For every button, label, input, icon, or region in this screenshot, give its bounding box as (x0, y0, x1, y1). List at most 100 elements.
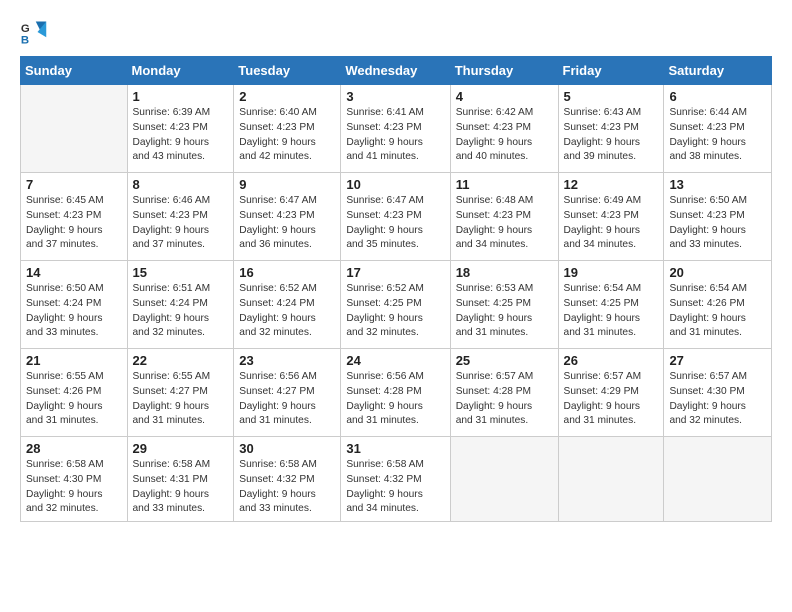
day-number: 7 (26, 177, 122, 192)
day-info: Sunrise: 6:54 AMSunset: 4:25 PMDaylight:… (564, 282, 659, 341)
calendar-cell: 17Sunrise: 6:52 AMSunset: 4:25 PMDayligh… (341, 261, 450, 349)
weekday-header-friday: Friday (558, 57, 664, 85)
day-number: 20 (669, 265, 766, 280)
day-number: 12 (564, 177, 659, 192)
calendar-cell: 15 Sunrise: 6:51 AMSunset: 4:24 PMDayligh… (127, 261, 234, 349)
day-info: Sunrise: 6:50 AMSunset: 4:23 PMDaylight:… (669, 194, 766, 253)
day-info: Sunrise: 6:57 AMSunset: 4:29 PMDaylight:… (564, 370, 659, 429)
calendar-cell (558, 437, 664, 522)
weekday-header-row: SundayMondayTuesdayWednesdayThursdayFrid… (21, 57, 772, 85)
calendar-cell: 12 Sunrise: 6:49 AMSunset: 4:23 PMDayligh… (558, 173, 664, 261)
day-number: 2 (239, 89, 335, 104)
day-number: 10 (346, 177, 444, 192)
calendar-cell: 23 Sunrise: 6:56 AMSunset: 4:27 PMDayligh… (234, 349, 341, 437)
calendar-cell: 14 Sunrise: 6:50 AMSunset: 4:24 PMDayligh… (21, 261, 128, 349)
day-info: Sunrise: 6:39 AMSunset: 4:23 PMDaylight:… (133, 106, 229, 165)
calendar-cell: 2 Sunrise: 6:40 AMSunset: 4:23 PMDaylight… (234, 85, 341, 173)
day-info: Sunrise: 6:40 AMSunset: 4:23 PMDaylight:… (239, 106, 335, 165)
header: G B (20, 18, 772, 46)
day-info: Sunrise: 6:54 AMSunset: 4:26 PMDaylight:… (669, 282, 766, 341)
week-row-2: 7 Sunrise: 6:45 AMSunset: 4:23 PMDaylight… (21, 173, 772, 261)
day-number: 13 (669, 177, 766, 192)
day-number: 15 (133, 265, 229, 280)
calendar-cell: 29 Sunrise: 6:58 AMSunset: 4:31 PMDayligh… (127, 437, 234, 522)
calendar-cell: 19 Sunrise: 6:54 AMSunset: 4:25 PMDayligh… (558, 261, 664, 349)
day-number: 28 (26, 441, 122, 456)
day-info: Sunrise: 6:58 AMSunset: 4:32 PMDaylight:… (346, 458, 444, 517)
day-number: 4 (456, 89, 553, 104)
logo: G B (20, 18, 50, 46)
weekday-header-sunday: Sunday (21, 57, 128, 85)
calendar-cell: 11 Sunrise: 6:48 AMSunset: 4:23 PMDayligh… (450, 173, 558, 261)
day-number: 25 (456, 353, 553, 368)
weekday-header-tuesday: Tuesday (234, 57, 341, 85)
day-number: 22 (133, 353, 229, 368)
day-info: Sunrise: 6:44 AMSunset: 4:23 PMDaylight:… (669, 106, 766, 165)
day-info: Sunrise: 6:58 AMSunset: 4:32 PMDaylight:… (239, 458, 335, 517)
weekday-header-wednesday: Wednesday (341, 57, 450, 85)
day-info: Sunrise: 6:58 AMSunset: 4:30 PMDaylight:… (26, 458, 122, 517)
calendar-cell (450, 437, 558, 522)
day-number: 30 (239, 441, 335, 456)
week-row-1: 1Sunrise: 6:39 AMSunset: 4:23 PMDaylight… (21, 85, 772, 173)
day-info: Sunrise: 6:52 AMSunset: 4:25 PMDaylight:… (346, 282, 444, 341)
weekday-header-thursday: Thursday (450, 57, 558, 85)
weekday-header-monday: Monday (127, 57, 234, 85)
week-row-3: 14 Sunrise: 6:50 AMSunset: 4:24 PMDayligh… (21, 261, 772, 349)
day-number: 31 (346, 441, 444, 456)
day-info: Sunrise: 6:56 AMSunset: 4:27 PMDaylight:… (239, 370, 335, 429)
day-number: 8 (133, 177, 229, 192)
calendar-cell: 26 Sunrise: 6:57 AMSunset: 4:29 PMDayligh… (558, 349, 664, 437)
day-number: 11 (456, 177, 553, 192)
day-info: Sunrise: 6:56 AMSunset: 4:28 PMDaylight:… (346, 370, 444, 429)
calendar-table: SundayMondayTuesdayWednesdayThursdayFrid… (20, 56, 772, 522)
calendar-cell: 22 Sunrise: 6:55 AMSunset: 4:27 PMDayligh… (127, 349, 234, 437)
calendar-cell: 20 Sunrise: 6:54 AMSunset: 4:26 PMDayligh… (664, 261, 772, 349)
day-number: 9 (239, 177, 335, 192)
day-info: Sunrise: 6:45 AMSunset: 4:23 PMDaylight:… (26, 194, 122, 253)
day-number: 16 (239, 265, 335, 280)
calendar-cell: 25Sunrise: 6:57 AMSunset: 4:28 PMDayligh… (450, 349, 558, 437)
calendar-cell: 18 Sunrise: 6:53 AMSunset: 4:25 PMDayligh… (450, 261, 558, 349)
day-number: 24 (346, 353, 444, 368)
day-number: 18 (456, 265, 553, 280)
calendar-cell: 5 Sunrise: 6:43 AMSunset: 4:23 PMDaylight… (558, 85, 664, 173)
calendar-cell (21, 85, 128, 173)
day-number: 19 (564, 265, 659, 280)
page: G B SundayMondayTuesdayWednesdayThursday… (0, 0, 792, 612)
day-info: Sunrise: 6:48 AMSunset: 4:23 PMDaylight:… (456, 194, 553, 253)
day-number: 3 (346, 89, 444, 104)
svg-text:B: B (21, 34, 29, 46)
day-number: 14 (26, 265, 122, 280)
calendar-cell: 9Sunrise: 6:47 AMSunset: 4:23 PMDaylight… (234, 173, 341, 261)
day-info: Sunrise: 6:46 AMSunset: 4:23 PMDaylight:… (133, 194, 229, 253)
day-info: Sunrise: 6:43 AMSunset: 4:23 PMDaylight:… (564, 106, 659, 165)
calendar-cell: 24 Sunrise: 6:56 AMSunset: 4:28 PMDayligh… (341, 349, 450, 437)
day-number: 21 (26, 353, 122, 368)
day-info: Sunrise: 6:50 AMSunset: 4:24 PMDaylight:… (26, 282, 122, 341)
calendar-cell: 21Sunrise: 6:55 AMSunset: 4:26 PMDayligh… (21, 349, 128, 437)
day-number: 29 (133, 441, 229, 456)
day-info: Sunrise: 6:51 AMSunset: 4:24 PMDaylight:… (133, 282, 229, 341)
calendar-cell: 28 Sunrise: 6:58 AMSunset: 4:30 PMDayligh… (21, 437, 128, 522)
day-info: Sunrise: 6:47 AMSunset: 4:23 PMDaylight:… (346, 194, 444, 253)
day-number: 23 (239, 353, 335, 368)
day-info: Sunrise: 6:55 AMSunset: 4:27 PMDaylight:… (133, 370, 229, 429)
calendar-cell: 16Sunrise: 6:52 AMSunset: 4:24 PMDayligh… (234, 261, 341, 349)
calendar-cell: 27 Sunrise: 6:57 AMSunset: 4:30 PMDayligh… (664, 349, 772, 437)
calendar-cell: 7 Sunrise: 6:45 AMSunset: 4:23 PMDaylight… (21, 173, 128, 261)
calendar-cell (664, 437, 772, 522)
day-info: Sunrise: 6:57 AMSunset: 4:30 PMDaylight:… (669, 370, 766, 429)
day-number: 5 (564, 89, 659, 104)
day-info: Sunrise: 6:58 AMSunset: 4:31 PMDaylight:… (133, 458, 229, 517)
weekday-header-saturday: Saturday (664, 57, 772, 85)
calendar-cell: 3Sunrise: 6:41 AMSunset: 4:23 PMDaylight… (341, 85, 450, 173)
day-number: 26 (564, 353, 659, 368)
calendar-cell: 8 Sunrise: 6:46 AMSunset: 4:23 PMDaylight… (127, 173, 234, 261)
week-row-5: 28 Sunrise: 6:58 AMSunset: 4:30 PMDayligh… (21, 437, 772, 522)
calendar-cell: 30 Sunrise: 6:58 AMSunset: 4:32 PMDayligh… (234, 437, 341, 522)
day-info: Sunrise: 6:49 AMSunset: 4:23 PMDaylight:… (564, 194, 659, 253)
day-number: 27 (669, 353, 766, 368)
calendar-cell: 13 Sunrise: 6:50 AMSunset: 4:23 PMDayligh… (664, 173, 772, 261)
day-info: Sunrise: 6:53 AMSunset: 4:25 PMDaylight:… (456, 282, 553, 341)
